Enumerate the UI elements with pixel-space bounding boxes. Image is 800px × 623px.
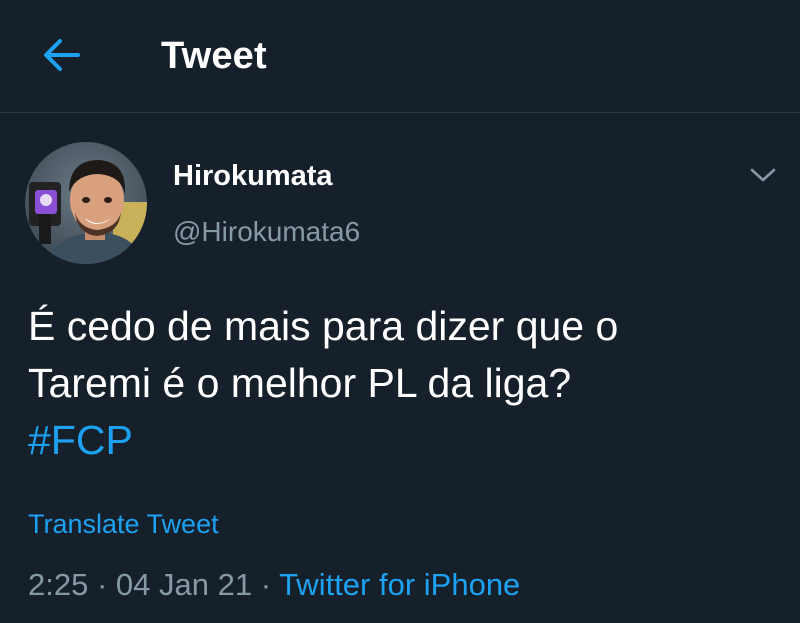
avatar[interactable] bbox=[25, 142, 147, 264]
tweet-source-link[interactable]: Twitter for iPhone bbox=[279, 567, 520, 602]
tweet-time: 2:25 bbox=[28, 567, 89, 602]
meta-separator: · bbox=[88, 567, 116, 602]
meta-separator: · bbox=[252, 567, 280, 602]
tweet-detail-screen: Tweet Hirokumata @Hirokumata6 É cedo de … bbox=[0, 0, 800, 623]
profile-photo bbox=[25, 142, 147, 264]
chevron-down-icon bbox=[750, 168, 776, 182]
arrow-left-icon bbox=[44, 39, 80, 71]
translate-tweet-link[interactable]: Translate Tweet bbox=[28, 506, 219, 542]
tweet-text-line-1: É cedo de mais para dizer que o bbox=[28, 303, 619, 349]
more-options-button[interactable] bbox=[744, 158, 782, 192]
author-display-name[interactable]: Hirokumata bbox=[173, 157, 333, 195]
tweet-metadata: 2:25 · 04 Jan 21 · Twitter for iPhone bbox=[28, 565, 520, 605]
tweet-text-line-2: Taremi é o melhor PL da liga? bbox=[28, 360, 572, 406]
tweet-date: 04 Jan 21 bbox=[115, 567, 253, 602]
top-bar: Tweet bbox=[0, 0, 800, 113]
author-handle[interactable]: @Hirokumata6 bbox=[173, 214, 360, 250]
page-title: Tweet bbox=[161, 35, 267, 77]
hashtag-link[interactable]: #FCP bbox=[28, 412, 768, 469]
tweet-text: É cedo de mais para dizer que o Taremi é… bbox=[28, 298, 768, 469]
back-button[interactable] bbox=[38, 32, 84, 78]
